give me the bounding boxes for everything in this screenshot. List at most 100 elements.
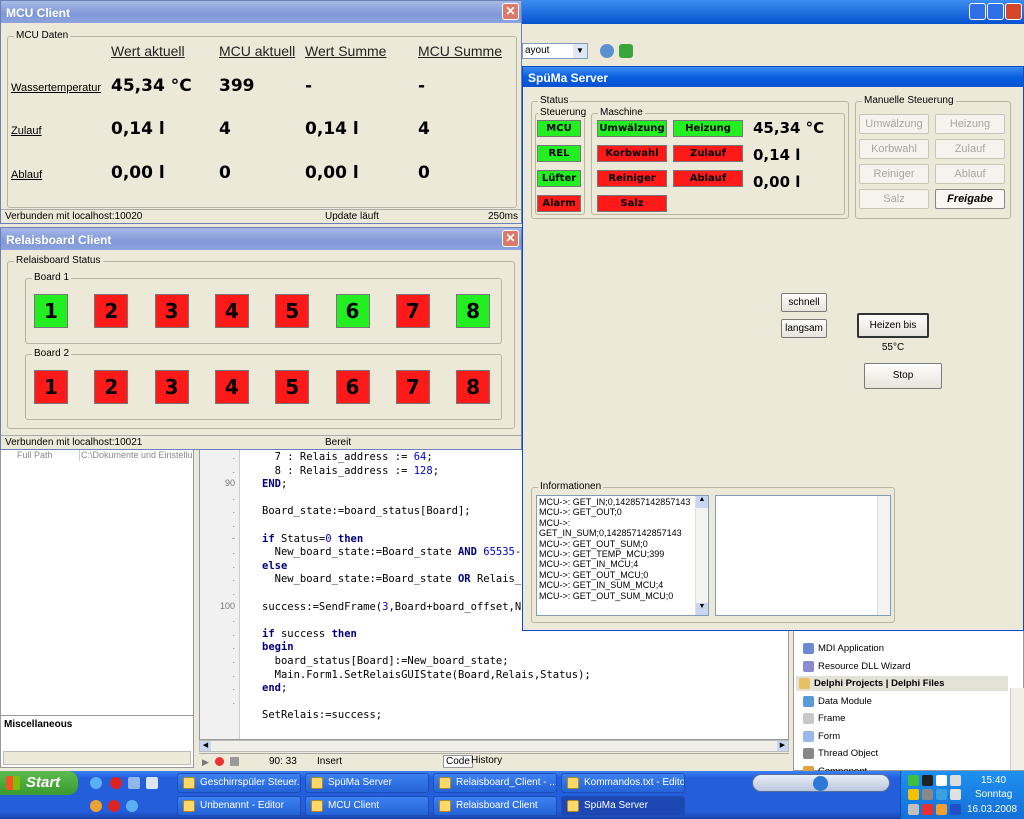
- tray-safe-remove-icon[interactable]: [908, 804, 919, 815]
- taskbar-button[interactable]: SpüMa Server: [561, 796, 685, 816]
- code-token: begin: [262, 641, 294, 654]
- ide-maximize-button[interactable]: [987, 3, 1004, 20]
- steuerung-label: Steuerung: [538, 107, 589, 118]
- manual-button[interactable]: Heizung: [935, 114, 1005, 134]
- ide-close-button[interactable]: [1005, 3, 1022, 20]
- gutter-mark: .: [232, 682, 235, 693]
- taskbar-button[interactable]: Relaisboard Client: [433, 796, 557, 816]
- repository-item[interactable]: Form: [800, 729, 1000, 744]
- manual-button[interactable]: Ablauf: [935, 164, 1005, 184]
- toolbar-run-icon[interactable]: [619, 44, 633, 58]
- repository-item[interactable]: Thread Object: [800, 746, 1000, 761]
- quicklaunch-desktop-icon[interactable]: [146, 777, 158, 789]
- stop-button[interactable]: Stop: [864, 363, 942, 389]
- tray-speaker-icon[interactable]: [950, 789, 961, 800]
- code-token: AND: [457, 546, 477, 559]
- repository-scrollbar[interactable]: [1010, 688, 1024, 770]
- tray-antivirus-icon[interactable]: [922, 804, 933, 815]
- tray-network-icon[interactable]: [908, 775, 919, 786]
- ide-minimize-button[interactable]: [969, 3, 986, 20]
- log-scrollbar[interactable]: ▲ ▼: [695, 496, 708, 615]
- tray-usb-icon[interactable]: [922, 789, 933, 800]
- quicklaunch-opera-icon[interactable]: [110, 777, 122, 789]
- tray-b-icon[interactable]: [950, 775, 961, 786]
- tray-update-icon[interactable]: [936, 804, 947, 815]
- server-titlebar[interactable]: SpüMa Server: [523, 67, 1023, 87]
- relais-indicator: 1: [34, 294, 68, 328]
- mcu-client-titlebar[interactable]: MCU Client: [1, 1, 521, 23]
- manual-button[interactable]: Korbwahl: [859, 139, 929, 159]
- taskbar-button[interactable]: Unbenannt - Editor: [177, 796, 301, 816]
- repository-item[interactable]: Delphi Projects | Delphi Files: [796, 676, 1008, 691]
- textbox-scrollbar[interactable]: [877, 496, 890, 615]
- toolbar-gear-icon[interactable]: [600, 44, 614, 58]
- window-icon: [567, 800, 579, 812]
- quicklaunch-media-icon[interactable]: [128, 777, 140, 789]
- play-icon[interactable]: ▶: [202, 757, 209, 768]
- window-icon: [311, 777, 323, 789]
- taskbar-button[interactable]: SpüMa Server: [305, 773, 429, 793]
- scroll-up-icon[interactable]: ▲: [696, 496, 708, 508]
- manual-button[interactable]: Umwälzung: [859, 114, 929, 134]
- chevron-down-icon[interactable]: ▼: [573, 44, 587, 58]
- stop-icon[interactable]: [230, 757, 239, 766]
- layout-combo-value: ayout: [525, 45, 550, 56]
- log-listbox[interactable]: MCU->: GET_IN;0,142857142857143 MCU->: GE…: [536, 495, 709, 616]
- code-token: Status=: [274, 532, 326, 545]
- code-token: ,Board+board_offset,N: [388, 600, 522, 613]
- gutter-mark: .: [232, 641, 235, 652]
- window-icon: [183, 800, 195, 812]
- start-button[interactable]: Start: [0, 771, 78, 795]
- taskbar-button-label: Geschirrspüler Steuer...: [200, 777, 301, 788]
- editor-hscrollbar[interactable]: ◀ ▶: [199, 740, 789, 752]
- row-value: 0: [219, 163, 231, 183]
- taskbar-button[interactable]: Relaisboard_Client - ...: [433, 773, 557, 793]
- taskbar-button[interactable]: Kommandos.txt - Editor: [561, 773, 685, 793]
- repository-item[interactable]: Frame: [800, 711, 1000, 726]
- schnell-button[interactable]: schnell: [781, 293, 827, 312]
- taskbar-button[interactable]: MCU Client: [305, 796, 429, 816]
- media-play-icon[interactable]: [813, 776, 828, 791]
- info-textbox[interactable]: [715, 495, 891, 616]
- repository-item-label: Resource DLL Wizard: [818, 660, 911, 672]
- form-icon: [803, 730, 814, 742]
- manual-button[interactable]: Zulauf: [935, 139, 1005, 159]
- relais-client-titlebar[interactable]: Relaisboard Client: [1, 228, 521, 250]
- quicklaunch-ie-icon[interactable]: [90, 777, 102, 789]
- close-icon[interactable]: ✕: [502, 3, 519, 20]
- tray-bluetooth-icon[interactable]: [950, 804, 961, 815]
- interval-status: 250ms: [487, 211, 518, 222]
- code-token: if: [262, 627, 275, 640]
- quicklaunch-opera2-icon[interactable]: [108, 800, 120, 812]
- cursor-position: 90: 33: [269, 756, 297, 767]
- tray-monitor-icon[interactable]: [922, 775, 933, 786]
- layout-combo[interactable]: ayout ▼: [522, 43, 588, 59]
- close-icon[interactable]: ✕: [502, 230, 519, 247]
- record-icon[interactable]: [215, 757, 224, 766]
- repository-item[interactable]: Resource DLL Wizard: [800, 659, 1000, 674]
- scroll-down-icon[interactable]: ▼: [696, 603, 708, 615]
- repository-item[interactable]: Data Module: [800, 694, 1000, 709]
- manual-button[interactable]: Reiniger: [859, 164, 929, 184]
- steuerung-indicator: MCU: [537, 120, 581, 137]
- quicklaunch-ie2-icon[interactable]: [126, 800, 138, 812]
- clock-time[interactable]: 15:40: [981, 775, 1006, 786]
- scroll-left-icon[interactable]: ◀: [200, 741, 211, 751]
- media-player-mini[interactable]: [752, 774, 890, 792]
- steuerung-indicator: Alarm: [537, 195, 581, 212]
- quicklaunch-firefox-icon[interactable]: [90, 800, 102, 812]
- tray-globe-icon[interactable]: [936, 789, 947, 800]
- tray-v-icon[interactable]: [936, 775, 947, 786]
- taskbar-button[interactable]: Geschirrspüler Steuer...: [177, 773, 301, 793]
- tray-shield-icon[interactable]: [908, 789, 919, 800]
- group-label: Relaisboard Status: [14, 255, 103, 266]
- scroll-right-icon[interactable]: ▶: [777, 741, 788, 751]
- langsam-button[interactable]: langsam: [781, 319, 827, 338]
- manual-button[interactable]: Salz: [859, 189, 929, 209]
- repository-item[interactable]: MDI Application: [800, 641, 1000, 656]
- relais-indicator: 5: [275, 294, 310, 328]
- code-line: board_status[Board]:=New_board_state;: [262, 655, 591, 669]
- manual-button[interactable]: Freigabe: [935, 189, 1005, 209]
- heizen-button[interactable]: Heizen bis 55°C: [857, 313, 929, 353]
- tab-history[interactable]: History: [469, 755, 504, 766]
